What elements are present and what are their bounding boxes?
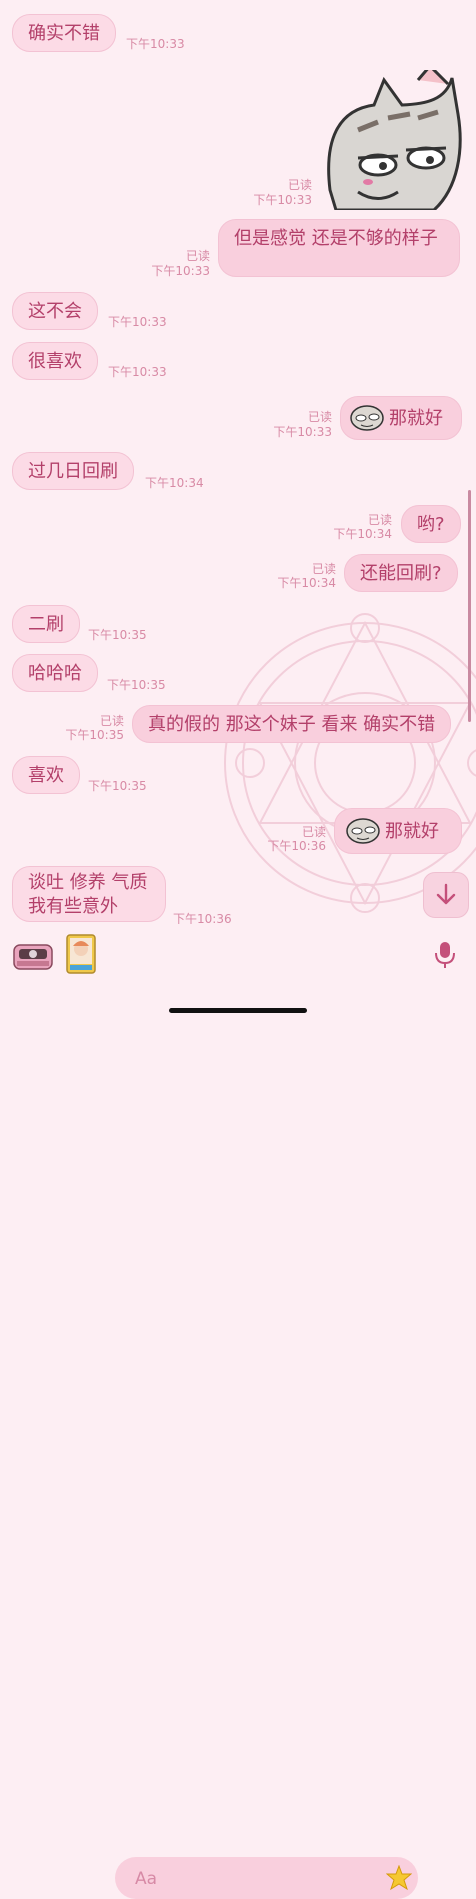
- read-receipt: 已读: [185, 249, 210, 263]
- read-receipt: 已读: [367, 513, 392, 527]
- message-bubble[interactable]: 很喜欢: [12, 342, 98, 380]
- message-time: 下午10:34: [333, 527, 392, 541]
- cat-sticker[interactable]: [318, 70, 462, 210]
- message-bubble[interactable]: 那就好: [334, 808, 462, 854]
- sticker-card-icon[interactable]: [66, 934, 96, 974]
- message-bubble[interactable]: 谈吐 修养 气质 我有些意外: [12, 866, 166, 922]
- message-time: 下午10:33: [108, 365, 167, 379]
- read-receipt: 已读: [301, 825, 326, 839]
- message-input-container: [115, 1857, 418, 1899]
- cat-face-sticker-icon: [350, 405, 384, 431]
- chat-area[interactable]: 确实不错 下午10:33 已读 下午10:33 已读 下午10:33 但是感觉 …: [0, 0, 476, 930]
- camera-icon[interactable]: [13, 941, 53, 971]
- read-receipt: 已读: [99, 714, 124, 728]
- message-bubble[interactable]: 哈哈哈: [12, 654, 98, 692]
- read-receipt: 已读: [307, 410, 332, 424]
- message-bubble[interactable]: 这不会: [12, 292, 98, 330]
- message-time: 下午10:33: [108, 315, 167, 329]
- mic-icon[interactable]: [434, 941, 456, 969]
- scrollbar[interactable]: [468, 490, 471, 722]
- message-time: 下午10:35: [107, 678, 166, 692]
- cat-face-sticker-icon: [346, 818, 380, 844]
- home-indicator[interactable]: [169, 1008, 307, 1013]
- message-time: 下午10:33: [126, 37, 185, 51]
- message-bubble[interactable]: 二刷: [12, 605, 80, 643]
- bubble-text: 那就好: [385, 821, 439, 842]
- message-bubble[interactable]: 但是感觉 还是不够的样子: [218, 219, 460, 277]
- message-time: 下午10:34: [145, 476, 204, 490]
- message-bubble[interactable]: 喜欢: [12, 756, 80, 794]
- message-bubble[interactable]: 过几日回刷: [12, 452, 134, 490]
- message-time: 下午10:34: [277, 576, 336, 590]
- message-bubble[interactable]: 那就好: [340, 396, 462, 440]
- read-receipt: 已读: [287, 178, 312, 192]
- message-time: 下午10:33: [273, 425, 332, 439]
- bubble-text: 那就好: [389, 408, 443, 429]
- bubble-line: 谈吐 修养 气质: [28, 872, 148, 893]
- message-time: 下午10:35: [88, 779, 147, 793]
- message-time: 下午10:33: [151, 264, 210, 278]
- bubble-line: 我有些意外: [28, 896, 118, 917]
- message-bubble[interactable]: 哟?: [401, 505, 461, 543]
- read-receipt: 已读: [311, 562, 336, 576]
- scroll-to-bottom-button[interactable]: [423, 872, 469, 918]
- message-time: 下午10:35: [88, 628, 147, 642]
- message-time: 下午10:33: [253, 193, 312, 207]
- arrow-down-icon: [436, 883, 456, 905]
- message-bubble[interactable]: 还能回刷?: [344, 554, 458, 592]
- emoji-icon[interactable]: [386, 1865, 412, 1891]
- message-bubble[interactable]: 确实不错: [12, 14, 116, 52]
- message-input[interactable]: [133, 1865, 377, 1893]
- message-time: 下午10:35: [65, 728, 124, 742]
- message-bubble[interactable]: 真的假的 那这个妹子 看来 确实不错: [132, 705, 452, 743]
- message-time: 下午10:36: [267, 839, 326, 853]
